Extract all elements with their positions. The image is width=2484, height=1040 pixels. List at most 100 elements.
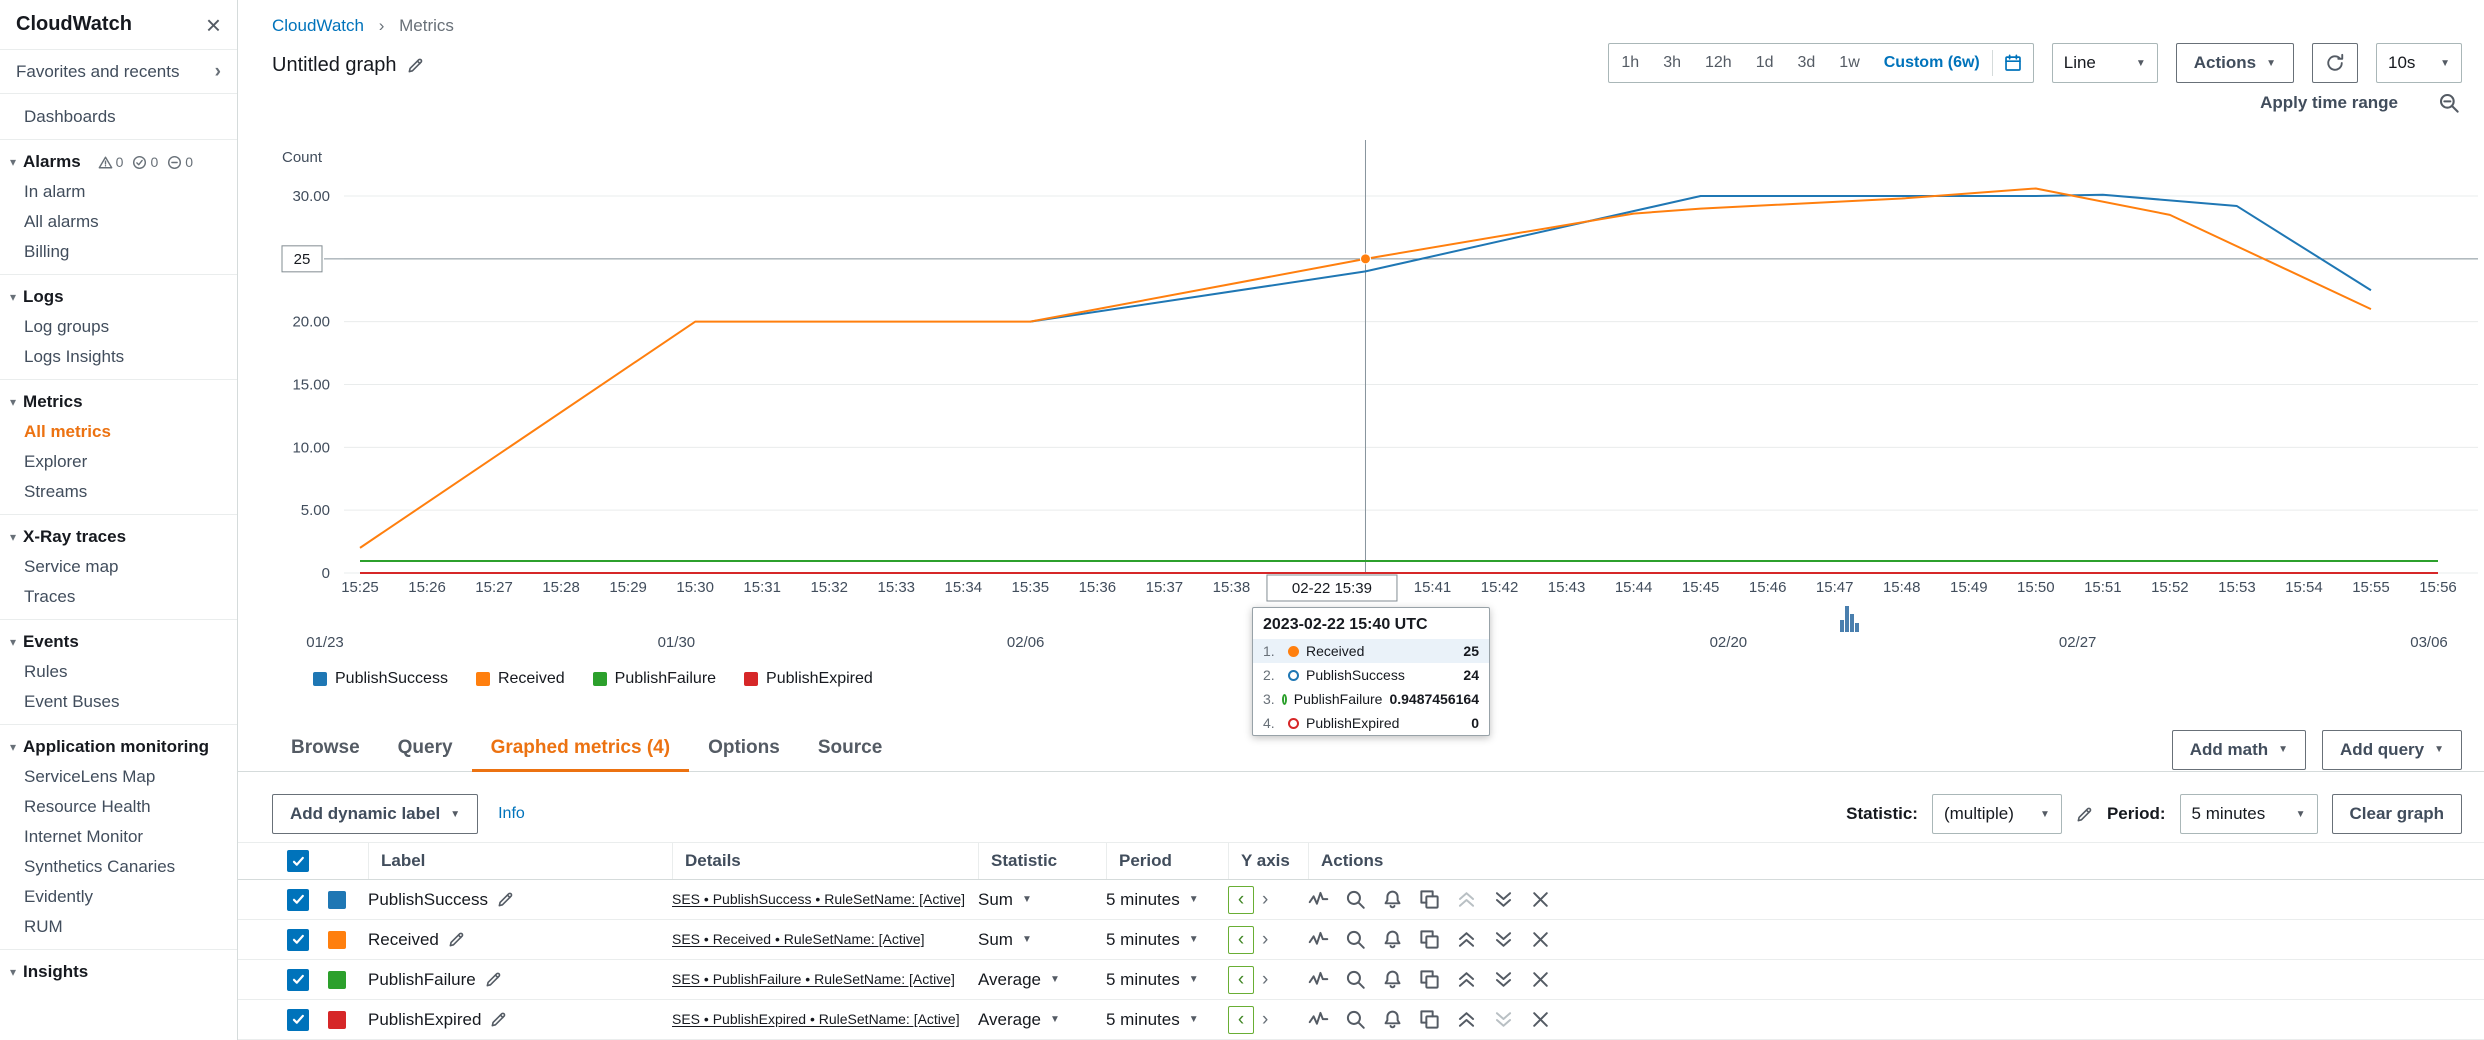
move-down-icon[interactable] — [1493, 1009, 1514, 1030]
time-range-1w[interactable]: 1w — [1827, 54, 1871, 72]
remove-icon[interactable] — [1530, 929, 1551, 950]
sidebar-item-rules[interactable]: Rules — [0, 657, 237, 687]
sparkline-icon[interactable] — [1308, 1009, 1329, 1030]
move-up-icon[interactable] — [1456, 1009, 1477, 1030]
remove-icon[interactable] — [1530, 1009, 1551, 1030]
alarm-bell-icon[interactable] — [1382, 889, 1403, 910]
edit-title-icon[interactable] — [407, 57, 424, 74]
legend-item-publishexpired[interactable]: PublishExpired — [744, 670, 873, 688]
clear-graph-button[interactable]: Clear graph — [2332, 794, 2462, 834]
sidebar-section-metrics[interactable]: ▾Metrics — [0, 387, 237, 417]
sidebar-section-logs[interactable]: ▾Logs — [0, 282, 237, 312]
sidebar-item-billing[interactable]: Billing — [0, 237, 237, 267]
y-axis-right-button[interactable]: › — [1262, 1009, 1268, 1031]
add-dynamic-label-button[interactable]: Add dynamic label ▼ — [272, 794, 478, 834]
sidebar-item-dashboards[interactable]: Dashboards — [0, 102, 237, 132]
alarm-bell-icon[interactable] — [1382, 929, 1403, 950]
sidebar-item-log-groups[interactable]: Log groups — [0, 312, 237, 342]
sidebar-item-servicelens-map[interactable]: ServiceLens Map — [0, 762, 237, 792]
sidebar-item-all-alarms[interactable]: All alarms — [0, 207, 237, 237]
move-up-icon[interactable] — [1456, 969, 1477, 990]
y-axis-left-button[interactable]: ‹ — [1228, 966, 1254, 994]
y-axis-right-button[interactable]: › — [1262, 929, 1268, 951]
breadcrumb-cloudwatch[interactable]: CloudWatch — [272, 16, 364, 35]
legend-item-received[interactable]: Received — [476, 670, 565, 688]
metric-details[interactable]: SES • PublishSuccess • RuleSetName: [Act… — [672, 891, 965, 907]
edit-statistic-icon[interactable] — [2076, 806, 2093, 823]
row-checkbox[interactable] — [287, 969, 309, 991]
move-up-icon[interactable] — [1456, 929, 1477, 950]
actions-button[interactable]: Actions ▼ — [2176, 43, 2294, 83]
edit-label-icon[interactable] — [485, 971, 502, 988]
move-up-icon[interactable] — [1456, 889, 1477, 910]
close-sidebar-icon[interactable]: × — [206, 12, 221, 38]
zoom-icon[interactable] — [1345, 1009, 1366, 1030]
statistic-select[interactable]: Average▼ — [978, 970, 1060, 990]
sidebar-section-x-ray-traces[interactable]: ▾X-Ray traces — [0, 522, 237, 552]
row-checkbox[interactable] — [287, 929, 309, 951]
time-range-custom[interactable]: Custom (6w) — [1872, 54, 1992, 72]
sidebar-section-events[interactable]: ▾Events — [0, 627, 237, 657]
sidebar-item-synthetics-canaries[interactable]: Synthetics Canaries — [0, 852, 237, 882]
sidebar-item-explorer[interactable]: Explorer — [0, 447, 237, 477]
time-range-12h[interactable]: 12h — [1693, 54, 1744, 72]
duplicate-icon[interactable] — [1419, 969, 1440, 990]
legend-item-publishsuccess[interactable]: PublishSuccess — [313, 670, 448, 688]
select-all-checkbox[interactable] — [287, 850, 309, 872]
time-range-3h[interactable]: 3h — [1651, 54, 1693, 72]
sidebar-item-event-buses[interactable]: Event Buses — [0, 687, 237, 717]
period-select[interactable]: 5 minutes▼ — [1106, 930, 1199, 950]
remove-icon[interactable] — [1530, 969, 1551, 990]
period-select[interactable]: 5 minutes▼ — [1106, 890, 1199, 910]
sidebar-item-internet-monitor[interactable]: Internet Monitor — [0, 822, 237, 852]
series-line-publishsuccess[interactable] — [1030, 195, 2371, 322]
statistic-select[interactable]: (multiple) ▼ — [1932, 794, 2062, 834]
apply-time-range-button[interactable]: Apply time range — [2260, 93, 2398, 113]
sparkline-icon[interactable] — [1308, 929, 1329, 950]
chart-area[interactable]: Count05.0010.0015.0020.0030.0015:2515:26… — [238, 122, 2484, 614]
sidebar-item-logs-insights[interactable]: Logs Insights — [0, 342, 237, 372]
edit-label-icon[interactable] — [490, 1011, 507, 1028]
zoom-icon[interactable] — [1345, 929, 1366, 950]
statistic-select[interactable]: Sum▼ — [978, 890, 1032, 910]
duplicate-icon[interactable] — [1419, 929, 1440, 950]
statistic-select[interactable]: Average▼ — [978, 1010, 1060, 1030]
refresh-button[interactable] — [2312, 43, 2358, 83]
move-down-icon[interactable] — [1493, 969, 1514, 990]
sidebar-item-all-metrics[interactable]: All metrics — [0, 417, 237, 447]
row-checkbox[interactable] — [287, 889, 309, 911]
row-checkbox[interactable] — [287, 1009, 309, 1031]
tab-options[interactable]: Options — [689, 728, 799, 772]
sidebar-section-insights[interactable]: ▾Insights — [0, 957, 237, 987]
edit-label-icon[interactable] — [497, 891, 514, 908]
time-range-1d[interactable]: 1d — [1744, 54, 1786, 72]
y-axis-left-button[interactable]: ‹ — [1228, 926, 1254, 954]
time-range-3d[interactable]: 3d — [1786, 54, 1828, 72]
time-range-1h[interactable]: 1h — [1609, 54, 1651, 72]
zoom-icon[interactable] — [1345, 969, 1366, 990]
zoom-out-icon[interactable] — [2438, 92, 2460, 114]
sparkline-icon[interactable] — [1308, 889, 1329, 910]
period-select[interactable]: 5 minutes▼ — [1106, 970, 1199, 990]
alarm-bell-icon[interactable] — [1382, 1009, 1403, 1030]
zoom-icon[interactable] — [1345, 889, 1366, 910]
sidebar-item-traces[interactable]: Traces — [0, 582, 237, 612]
remove-icon[interactable] — [1530, 889, 1551, 910]
y-axis-right-button[interactable]: › — [1262, 889, 1268, 911]
duplicate-icon[interactable] — [1419, 1009, 1440, 1030]
add-query-button[interactable]: Add query ▼ — [2322, 730, 2462, 770]
sidebar-item-resource-health[interactable]: Resource Health — [0, 792, 237, 822]
tab-query[interactable]: Query — [379, 728, 472, 772]
y-axis-left-button[interactable]: ‹ — [1228, 1006, 1254, 1034]
y-axis-right-button[interactable]: › — [1262, 969, 1268, 991]
info-link[interactable]: Info — [498, 805, 525, 823]
period-select[interactable]: 5 minutes▼ — [1106, 1010, 1199, 1030]
sidebar-section-application-monitoring[interactable]: ▾Application monitoring — [0, 732, 237, 762]
move-down-icon[interactable] — [1493, 929, 1514, 950]
metrics-line-chart[interactable]: Count05.0010.0015.0020.0030.0015:2515:26… — [238, 122, 2484, 614]
duplicate-icon[interactable] — [1419, 889, 1440, 910]
refresh-interval-select[interactable]: 10s ▼ — [2376, 43, 2462, 83]
sidebar-item-streams[interactable]: Streams — [0, 477, 237, 507]
y-axis-left-button[interactable]: ‹ — [1228, 886, 1254, 914]
sidebar-item-favorites-and-recents[interactable]: Favorites and recents › — [0, 50, 237, 94]
